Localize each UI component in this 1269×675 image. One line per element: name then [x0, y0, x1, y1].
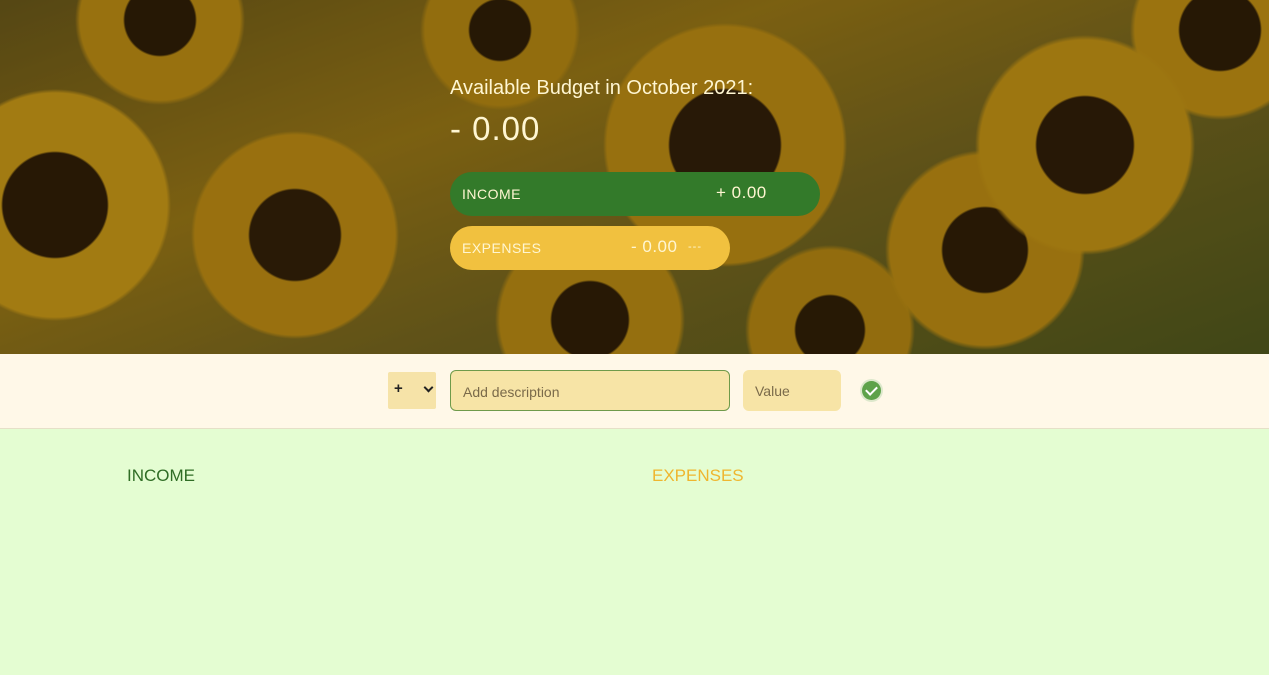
budget-value: - 0.00	[450, 110, 541, 147]
chevron-down-icon	[423, 382, 434, 393]
type-select-value: +	[394, 380, 403, 397]
budget-summary: Available Budget in October 2021: - 0.00…	[450, 76, 830, 270]
expenses-percentage: ---	[688, 241, 702, 253]
income-list-title: INCOME	[127, 466, 195, 485]
type-select[interactable]: +	[388, 372, 436, 409]
add-entry-bar: + Add description Value	[0, 354, 1269, 429]
budget-title: Available Budget in October 2021:	[450, 77, 754, 99]
income-summary-label: INCOME	[462, 186, 521, 202]
header-hero: Available Budget in October 2021: - 0.00…	[0, 0, 1269, 354]
description-input[interactable]: Add description	[450, 370, 730, 411]
add-entry-button[interactable]	[860, 379, 883, 402]
expenses-summary-value: - 0.00	[631, 237, 678, 256]
expenses-summary-label: EXPENSES	[462, 240, 542, 256]
check-circle-icon	[862, 381, 881, 400]
income-summary: INCOME + 0.00	[450, 172, 820, 216]
income-summary-value: + 0.00	[716, 183, 767, 202]
lists-area: INCOME EXPENSES	[0, 429, 1269, 675]
expenses-summary: EXPENSES - 0.00 ---	[450, 226, 730, 270]
value-input[interactable]: Value	[743, 370, 841, 411]
expenses-list-title: EXPENSES	[652, 466, 744, 485]
